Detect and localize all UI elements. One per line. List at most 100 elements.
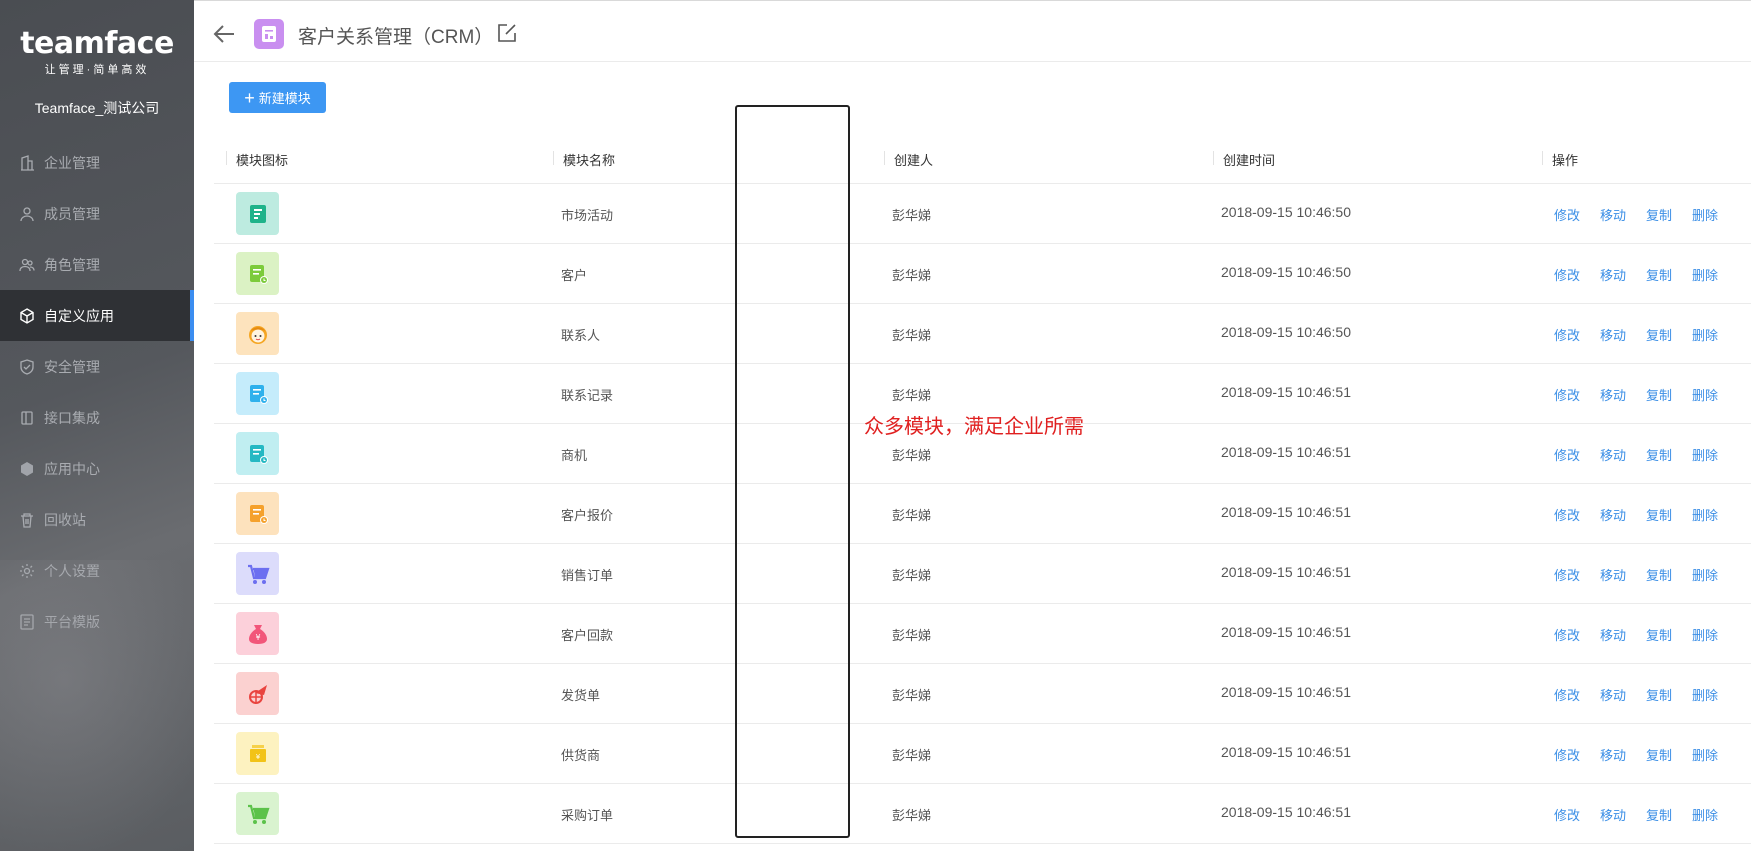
module-table: 模块图标 模块名称 创建人 创建时间 操作 市场活动 彭华娣 2018-09-15 … xyxy=(214,134,1751,844)
move-link[interactable]: 移动 xyxy=(1600,685,1626,704)
row-actions: 修改 移动 复制 删除 xyxy=(1554,505,1718,524)
module-name: 客户回款 xyxy=(561,628,614,643)
move-link[interactable]: 移动 xyxy=(1600,505,1626,524)
edit-link[interactable]: 修改 xyxy=(1554,805,1580,824)
row-actions: 修改 移动 复制 删除 xyxy=(1554,565,1718,584)
logo: teamface 让管理·简单高效 xyxy=(0,26,194,77)
delete-link[interactable]: 删除 xyxy=(1692,445,1718,464)
copy-link[interactable]: 复制 xyxy=(1646,745,1672,764)
sidebar-item-5[interactable]: 接口集成 xyxy=(0,392,194,443)
edit-link[interactable]: 修改 xyxy=(1554,505,1580,524)
plane-globe-icon xyxy=(236,672,279,715)
delete-link[interactable]: 删除 xyxy=(1692,805,1718,824)
note-icon xyxy=(236,192,279,235)
sidebar-item-label: 企业管理 xyxy=(44,154,100,171)
module-name: 供货商 xyxy=(561,748,601,763)
shield-icon xyxy=(18,358,36,376)
edit-link[interactable]: 修改 xyxy=(1554,265,1580,284)
move-link[interactable]: 移动 xyxy=(1600,745,1626,764)
created-time: 2018-09-15 10:46:51 xyxy=(1221,684,1351,700)
sidebar-item-label: 成员管理 xyxy=(44,205,100,222)
creator-name: 彭华娣 xyxy=(892,388,932,403)
move-link[interactable]: 移动 xyxy=(1600,565,1626,584)
move-link[interactable]: 移动 xyxy=(1600,325,1626,344)
created-time: 2018-09-15 10:46:50 xyxy=(1221,204,1351,220)
supplier-box-icon: ¥ xyxy=(236,732,279,775)
table-row: 销售订单 彭华娣 2018-09-15 10:46:51 修改 移动 复制 删除 xyxy=(214,544,1751,604)
table-body: 市场活动 彭华娣 2018-09-15 10:46:50 修改 移动 复制 删除 客户 彭华娣 2… xyxy=(214,184,1751,844)
module-name: 发货单 xyxy=(561,688,601,703)
module-name: 销售订单 xyxy=(561,568,614,583)
creator-name: 彭华娣 xyxy=(892,568,932,583)
sidebar-item-8[interactable]: 个人设置 xyxy=(0,545,194,596)
sidebar-item-3[interactable]: 自定义应用 xyxy=(0,290,194,341)
company-name: Teamface_测试公司 xyxy=(34,100,160,116)
delete-link[interactable]: 删除 xyxy=(1692,565,1718,584)
edit-icon[interactable] xyxy=(496,22,518,44)
sidebar-item-1[interactable]: 成员管理 xyxy=(0,188,194,239)
delete-link[interactable]: 删除 xyxy=(1692,385,1718,404)
annotation-text: 众多模块，满足企业所需 xyxy=(864,416,1084,438)
copy-link[interactable]: 复制 xyxy=(1646,445,1672,464)
svg-text:¥: ¥ xyxy=(255,633,260,642)
delete-link[interactable]: 删除 xyxy=(1692,685,1718,704)
sidebar-item-label: 应用中心 xyxy=(44,460,100,477)
copy-link[interactable]: 复制 xyxy=(1646,205,1672,224)
edit-link[interactable]: 修改 xyxy=(1554,685,1580,704)
edit-link[interactable]: 修改 xyxy=(1554,325,1580,344)
sidebar-item-6[interactable]: 应用中心 xyxy=(0,443,194,494)
creator-name: 彭华娣 xyxy=(892,688,932,703)
edit-link[interactable]: 修改 xyxy=(1554,205,1580,224)
user-icon xyxy=(18,205,36,223)
edit-link[interactable]: 修改 xyxy=(1554,745,1580,764)
row-actions: 修改 移动 复制 删除 xyxy=(1554,625,1718,644)
delete-link[interactable]: 删除 xyxy=(1692,265,1718,284)
edit-link[interactable]: 修改 xyxy=(1554,385,1580,404)
copy-link[interactable]: 复制 xyxy=(1646,565,1672,584)
module-name: 商机 xyxy=(561,448,588,463)
copy-link[interactable]: 复制 xyxy=(1646,265,1672,284)
copy-link[interactable]: 复制 xyxy=(1646,685,1672,704)
edit-link[interactable]: 修改 xyxy=(1554,565,1580,584)
cart-icon xyxy=(236,792,279,835)
copy-link[interactable]: 复制 xyxy=(1646,385,1672,404)
sidebar-item-9[interactable]: 平台模版 xyxy=(0,596,194,647)
table-row: 联系人 彭华娣 2018-09-15 10:46:50 修改 移动 复制 删除 xyxy=(214,304,1751,364)
sidebar-item-4[interactable]: 安全管理 xyxy=(0,341,194,392)
row-actions: 修改 移动 复制 删除 xyxy=(1554,325,1718,344)
new-module-button[interactable]: + 新建模块 xyxy=(229,82,326,113)
row-actions: 修改 移动 复制 删除 xyxy=(1554,745,1718,764)
move-link[interactable]: 移动 xyxy=(1600,805,1626,824)
back-arrow-icon[interactable] xyxy=(212,21,238,47)
copy-link[interactable]: 复制 xyxy=(1646,625,1672,644)
move-link[interactable]: 移动 xyxy=(1600,265,1626,284)
money-bag-icon: ¥ xyxy=(236,612,279,655)
trash-icon xyxy=(18,511,36,529)
logo-tagline: 让管理·简单高效 xyxy=(44,64,150,76)
copy-link[interactable]: 复制 xyxy=(1646,805,1672,824)
edit-link[interactable]: 修改 xyxy=(1554,625,1580,644)
sidebar-item-label: 回收站 xyxy=(44,511,86,528)
move-link[interactable]: 移动 xyxy=(1600,625,1626,644)
copy-link[interactable]: 复制 xyxy=(1646,505,1672,524)
delete-link[interactable]: 删除 xyxy=(1692,745,1718,764)
quote-icon xyxy=(236,492,279,535)
move-link[interactable]: 移动 xyxy=(1600,385,1626,404)
creator-name: 彭华娣 xyxy=(892,808,932,823)
created-time: 2018-09-15 10:46:51 xyxy=(1221,624,1351,640)
row-actions: 修改 移动 复制 删除 xyxy=(1554,205,1718,224)
move-link[interactable]: 移动 xyxy=(1600,205,1626,224)
copy-link[interactable]: 复制 xyxy=(1646,325,1672,344)
delete-link[interactable]: 删除 xyxy=(1692,205,1718,224)
box-icon xyxy=(18,460,36,478)
edit-link[interactable]: 修改 xyxy=(1554,445,1580,464)
delete-link[interactable]: 删除 xyxy=(1692,325,1718,344)
created-time: 2018-09-15 10:46:51 xyxy=(1221,564,1351,580)
sidebar-item-0[interactable]: 企业管理 xyxy=(0,137,194,188)
column-header-time: 创建时间 xyxy=(1212,150,1275,169)
move-link[interactable]: 移动 xyxy=(1600,445,1626,464)
delete-link[interactable]: 删除 xyxy=(1692,505,1718,524)
sidebar-item-7[interactable]: 回收站 xyxy=(0,494,194,545)
delete-link[interactable]: 删除 xyxy=(1692,625,1718,644)
sidebar-item-2[interactable]: 角色管理 xyxy=(0,239,194,290)
